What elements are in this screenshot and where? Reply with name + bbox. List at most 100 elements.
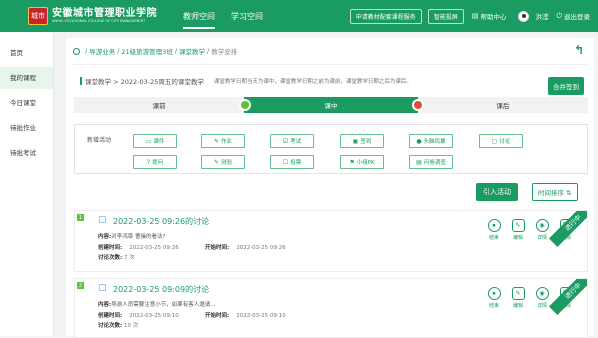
- add-quiz-button[interactable]: ✎ 测验: [201, 155, 245, 169]
- sidebar-item-my-courses[interactable]: 我的课程: [0, 67, 53, 89]
- sidebar-item-pending-exams[interactable]: 待批考试: [0, 142, 53, 164]
- tab-before-class[interactable]: 课前: [74, 97, 245, 113]
- card-count-row: 讨论次数: 10 次: [98, 321, 138, 329]
- card-content-row: 内容:对李鸿章 曹操的看法?: [98, 232, 165, 240]
- start-value: 2022-03-25 09:10: [236, 313, 286, 319]
- avatar[interactable]: [518, 10, 530, 22]
- folder-icon: ▭: [145, 137, 152, 145]
- card-created-row: 创建时间: 2022-03-25 09:26: [98, 243, 179, 251]
- edit-icon: ✎: [511, 287, 525, 300]
- edit-label: 编辑: [512, 303, 523, 309]
- activity-card: 2 ▢ 2022-03-25 09:09的讨论 内容:导游人员需要注意小节，如果…: [74, 278, 588, 338]
- content-value: 导游人员需要注意小节，如果有客人邀请...: [111, 302, 216, 308]
- time-sort-button[interactable]: 时间排序 ⇅: [532, 183, 578, 201]
- add-vote-label: 投票: [290, 160, 302, 166]
- discussion-icon: ▢: [98, 283, 107, 293]
- add-homework-button[interactable]: ✎ 作业: [201, 134, 245, 148]
- screen-cast-button[interactable]: 智能投屏: [427, 8, 464, 24]
- question-icon: ?: [146, 158, 151, 166]
- merge-signin-button[interactable]: 合并签到: [548, 77, 584, 95]
- created-label: 创建时间:: [98, 245, 123, 251]
- title-accent-bar: [80, 77, 82, 85]
- add-brainstorm-button[interactable]: ● 头脑风暴: [409, 134, 453, 148]
- card-created-row: 创建时间: 2022-03-25 09:10: [98, 311, 179, 319]
- logout-link[interactable]: ⏻ 退出登录: [556, 11, 590, 22]
- count-value: 7 次: [123, 255, 135, 261]
- end-icon: ⏹: [487, 287, 501, 300]
- add-signin-button[interactable]: ▣ 签到: [340, 134, 384, 148]
- tab-after-label: 课后: [496, 102, 510, 110]
- edit-label: 编辑: [512, 235, 523, 241]
- back-arrow-icon[interactable]: ↰: [574, 43, 584, 57]
- end-label: 结束: [488, 235, 499, 241]
- activity-card: 1 ▢ 2022-03-25 09:26的讨论 内容:对李鸿章 曹操的看法? 创…: [74, 210, 588, 272]
- add-group-pk-label: 小组PK: [356, 160, 375, 166]
- divider: [73, 64, 587, 65]
- logout-label: 退出登录: [564, 13, 590, 21]
- created-value: 2022-03-25 09:10: [129, 313, 179, 319]
- sidebar-item-home[interactable]: 首页: [0, 42, 53, 64]
- signin-icon: ▣: [352, 137, 359, 145]
- sidebar-item-pending-homework[interactable]: 待批作业: [0, 117, 53, 139]
- home-icon[interactable]: [73, 47, 80, 55]
- card-title[interactable]: 2022-03-25 09:26的讨论: [113, 216, 209, 227]
- add-courseware-button[interactable]: ▭ 课件: [133, 134, 177, 148]
- edit-button[interactable]: ✎ 编辑: [507, 219, 529, 241]
- start-value: 2022-03-25 09:26: [236, 245, 286, 251]
- section-note: 课堂教学日期当天为课中，课堂教学日期之前为课前，课堂教学日期之后为课后。: [213, 79, 412, 85]
- tab-in-class[interactable]: 课中: [239, 97, 424, 113]
- nav-learning-space[interactable]: 学习空间: [223, 0, 271, 32]
- chat-icon: ▢: [491, 137, 498, 145]
- add-discussion-button[interactable]: ▢ 讨论: [479, 134, 523, 148]
- bulb-icon: ●: [416, 137, 422, 145]
- breadcrumb-course[interactable]: 导游业务: [89, 46, 115, 56]
- add-signin-label: 签到: [360, 139, 372, 145]
- card-index: 1: [77, 214, 84, 221]
- user-name[interactable]: 洪滢: [535, 11, 548, 21]
- play-icon: [239, 99, 252, 111]
- nav-teacher-space[interactable]: 教师空间: [175, 0, 223, 32]
- edit-button[interactable]: ✎ 编辑: [507, 287, 529, 309]
- add-vote-button[interactable]: ☐ 投票: [270, 155, 314, 169]
- help-center-link[interactable]: ▤ 帮助中心: [472, 11, 507, 21]
- survey-icon: ▤: [416, 158, 422, 166]
- card-count-row: 讨论次数: 7 次: [98, 253, 135, 261]
- add-quiz-label: 测验: [221, 160, 233, 166]
- end-button[interactable]: ⏹ 结束: [483, 219, 505, 241]
- add-brainstorm-label: 头脑风暴: [423, 139, 446, 145]
- add-exam-label: 考试: [290, 139, 302, 145]
- top-bar: 城市 安徽城市管理职业学院 ANHUI VOCATIONAL COLLEGE O…: [0, 0, 598, 32]
- add-discussion-label: 讨论: [499, 139, 511, 145]
- add-survey-button[interactable]: ▤ 问卷调查: [409, 155, 453, 169]
- add-group-pk-button[interactable]: ⚑ 小组PK: [340, 155, 384, 169]
- add-question-label: 提问: [152, 160, 164, 166]
- logo-title: 安徽城市管理职业学院: [52, 8, 157, 19]
- activity-panel: 新增活动 ▭ 课件 ✎ 作业 ☑ 考试 ▣ 签到 ● 头脑风暴 ▢ 讨论 ? 提问 ✎ 测验 ☐…: [74, 124, 588, 174]
- logo-badge: 城市: [28, 7, 48, 25]
- exam-icon: ☑: [282, 137, 289, 145]
- college-logo[interactable]: 城市 安徽城市管理职业学院 ANHUI VOCATIONAL COLLEGE O…: [28, 0, 157, 32]
- power-icon: ⏻: [556, 11, 562, 20]
- card-start-row: 开始时间: 2022-03-25 09:10: [205, 311, 286, 319]
- add-question-button[interactable]: ? 提问: [133, 155, 177, 169]
- end-button[interactable]: ⏹ 结束: [483, 287, 505, 309]
- eye-icon: ◉: [535, 219, 549, 232]
- tab-before-label: 课前: [152, 102, 166, 110]
- content-label: 内容:: [98, 234, 112, 240]
- end-icon: ⏹: [487, 219, 501, 232]
- tab-after-class[interactable]: 课后: [417, 97, 589, 113]
- card-title[interactable]: 2022-03-25 09:09的讨论: [113, 284, 209, 295]
- add-survey-label: 问卷调查: [423, 160, 446, 166]
- import-activity-button[interactable]: 引入活动: [476, 183, 518, 201]
- content-value: 对李鸿章 曹操的看法?: [111, 234, 166, 240]
- detail-label: 详情: [536, 303, 547, 309]
- detail-label: 详情: [536, 235, 547, 241]
- breadcrumb-teaching[interactable]: 课堂教学: [179, 46, 205, 56]
- sidebar-item-today-class[interactable]: 今日课堂: [0, 92, 53, 114]
- add-exam-button[interactable]: ☑ 考试: [270, 134, 314, 148]
- start-label: 开始时间:: [205, 313, 230, 319]
- breadcrumb-class[interactable]: 21级旅游管理3班: [121, 46, 172, 56]
- stop-icon[interactable]: [411, 99, 424, 111]
- logo-subtitle: ANHUI VOCATIONAL COLLEGE OF CITY MANAGEM…: [52, 19, 146, 23]
- apply-service-button[interactable]: 申请教材配套课程服务: [349, 8, 422, 24]
